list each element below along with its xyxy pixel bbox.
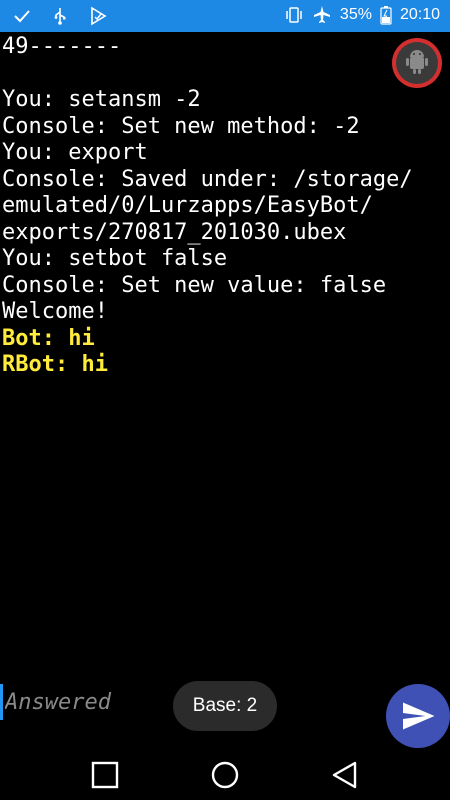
console-line: You: setansm -2 [2,87,201,112]
console-line: emulated/0/Lurzapps/EasyBot/ [2,193,373,218]
check-icon [14,10,30,23]
home-button[interactable] [185,750,265,800]
toast-message: Base: 2 [173,681,277,731]
usb-icon [54,8,66,25]
battery-percent: 35% [339,6,372,23]
console-line: You: setbot false [2,246,228,271]
console-line: Console: Set new method: -2 [2,113,360,139]
console-line: You: export [2,140,148,165]
vibrate-icon [286,7,302,23]
system-icons: 35% 20:10 [284,5,440,25]
notification-icons [12,6,108,26]
battery-charging-icon [380,6,392,25]
toast-text: Base: 2 [192,695,258,716]
console-output: 49------- You: setansm -2 Console: Set new… [2,34,442,379]
back-button[interactable] [305,750,385,800]
recent-apps-button[interactable] [65,750,145,800]
floating-overlay-button[interactable] [392,38,442,88]
recent-apps-icon [91,761,119,789]
console-line: Console: Set new value: false [2,272,387,298]
back-icon [332,761,357,789]
android-robot-icon [396,42,438,84]
console-line: Welcome! [2,299,108,324]
bot-message-line: RBot: hi [2,352,108,377]
clock: 20:10 [399,6,440,23]
navigation-bar [0,750,450,800]
console-line: 49------- [2,34,122,59]
answer-input[interactable] [0,684,175,720]
bot-message-line: Bot: hi [2,325,95,351]
console-line: exports/270817_201030.ubex [2,219,347,245]
console-line: Console: Saved under: /storage/ [2,166,413,192]
send-icon [403,702,435,730]
home-icon [211,761,239,789]
airplane-icon [313,6,330,23]
play-store-icon [91,6,107,26]
send-button[interactable] [386,684,450,748]
status-bar: 35% 20:10 [0,0,450,32]
